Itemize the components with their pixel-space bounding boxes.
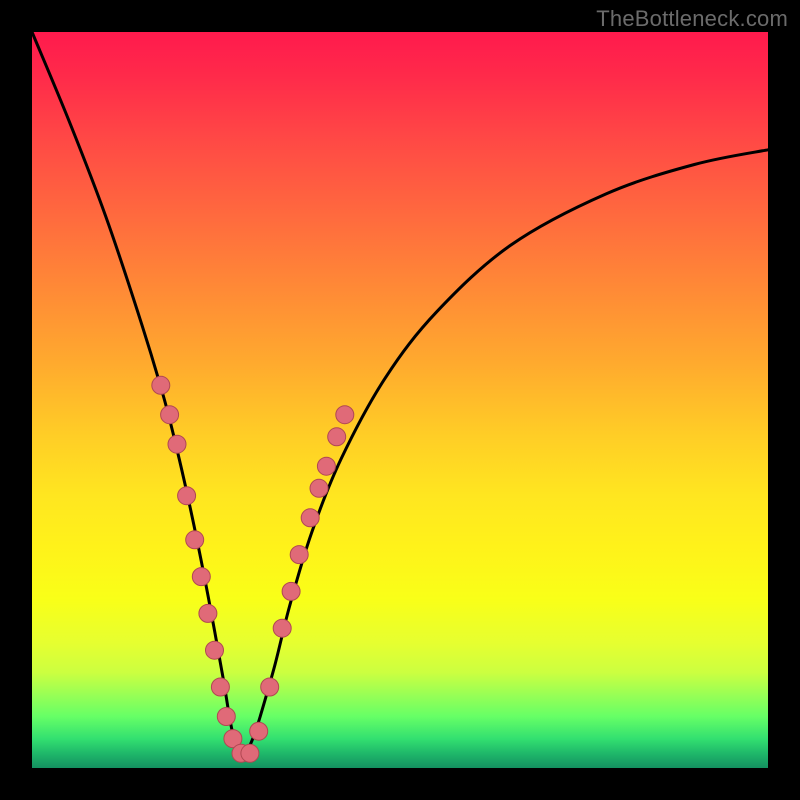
curve-marker [152,376,170,394]
curve-marker [178,487,196,505]
curve-marker [250,722,268,740]
curve-marker [301,509,319,527]
curve-marker [310,479,328,497]
curve-markers [152,376,354,762]
curve-marker [217,708,235,726]
curve-svg [32,32,768,768]
curve-marker [328,428,346,446]
curve-marker [290,546,308,564]
plot-area [32,32,768,768]
curve-marker [206,641,224,659]
curve-marker [273,619,291,637]
bottleneck-curve [32,32,768,756]
curve-marker [168,435,186,453]
curve-marker [161,406,179,424]
curve-marker [317,457,335,475]
chart-frame: TheBottleneck.com [0,0,800,800]
curve-marker [186,531,204,549]
curve-marker [241,744,259,762]
watermark-text: TheBottleneck.com [596,6,788,32]
curve-marker [282,582,300,600]
curve-marker [336,406,354,424]
curve-marker [261,678,279,696]
curve-marker [211,678,229,696]
curve-marker [199,604,217,622]
curve-marker [192,568,210,586]
